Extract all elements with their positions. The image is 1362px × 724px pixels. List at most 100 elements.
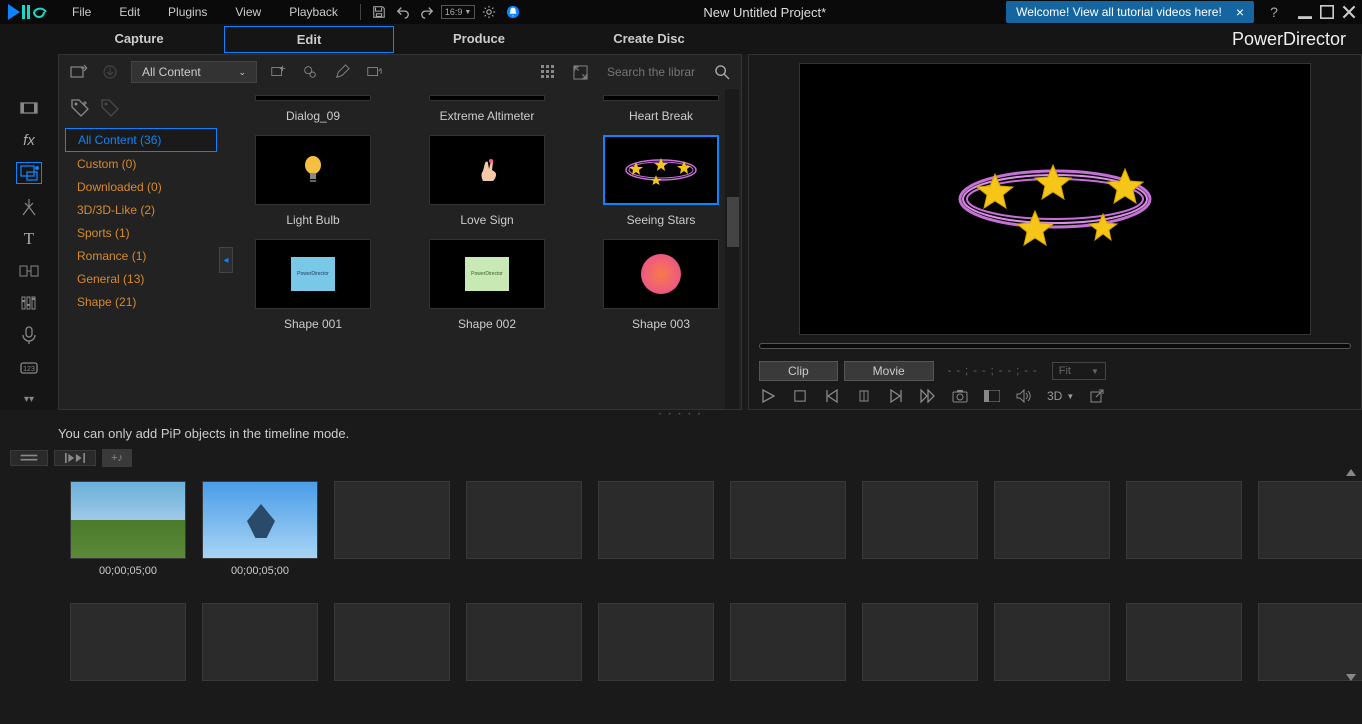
library-item[interactable]: Heart Break <box>591 95 731 123</box>
create-pip-icon[interactable] <box>267 61 289 83</box>
mode-tab-produce[interactable]: Produce <box>394 26 564 53</box>
menu-plugins[interactable]: Plugins <box>154 3 221 21</box>
category-item[interactable]: Romance (1) <box>65 245 217 267</box>
minimize-icon[interactable] <box>1298 5 1312 19</box>
library-thumbnail[interactable] <box>603 95 719 101</box>
aspect-ratio-selector[interactable]: 16:9▼ <box>441 5 475 19</box>
edit-icon[interactable] <box>331 61 353 83</box>
library-thumbnail[interactable] <box>603 239 719 309</box>
empty-slot[interactable] <box>70 603 186 681</box>
mode-tab-create-disc[interactable]: Create Disc <box>564 26 734 53</box>
empty-slot[interactable] <box>466 481 582 559</box>
category-item[interactable]: 3D/3D-Like (2) <box>65 199 217 221</box>
library-item[interactable]: Dialog_09 <box>243 95 383 123</box>
empty-slot[interactable] <box>334 481 450 559</box>
empty-slot[interactable] <box>334 603 450 681</box>
empty-slot[interactable] <box>202 603 318 681</box>
upload-icon[interactable] <box>363 61 385 83</box>
category-item[interactable]: Sports (1) <box>65 222 217 244</box>
preview-seekbar[interactable] <box>759 343 1351 349</box>
clip-thumbnail[interactable] <box>202 481 318 559</box>
movie-mode-tab[interactable]: Movie <box>844 361 934 381</box>
tag-manage-icon[interactable] <box>99 97 121 119</box>
library-item[interactable]: Shape 003 <box>591 239 731 331</box>
maximize-icon[interactable] <box>1320 5 1334 19</box>
menu-playback[interactable]: Playback <box>275 3 352 21</box>
empty-slot[interactable] <box>1126 603 1242 681</box>
import-media-icon[interactable] <box>67 61 89 83</box>
volume-icon[interactable] <box>1015 387 1033 405</box>
horizontal-splitter[interactable]: • • • • • <box>0 410 1362 420</box>
library-thumbnail[interactable] <box>429 95 545 101</box>
title-room-icon[interactable]: T <box>16 229 42 249</box>
library-item[interactable]: Seeing Stars <box>591 135 731 227</box>
close-icon[interactable] <box>1342 5 1356 19</box>
fx-room-icon[interactable]: fx <box>16 130 42 150</box>
mode-tab-edit[interactable]: Edit <box>224 26 394 53</box>
empty-slot[interactable] <box>730 603 846 681</box>
category-item[interactable]: Downloaded (0) <box>65 176 217 198</box>
next-frame-icon[interactable] <box>887 387 905 405</box>
library-thumbnail[interactable]: PowerDirector <box>255 239 371 309</box>
empty-slot[interactable] <box>862 481 978 559</box>
notification-bell-icon[interactable] <box>503 2 523 22</box>
chapter-room-icon[interactable]: 123 <box>16 358 42 378</box>
library-thumbnail[interactable] <box>255 135 371 205</box>
snapshot-icon[interactable] <box>951 387 969 405</box>
modify-pip-icon[interactable] <box>299 61 321 83</box>
zoom-fit-dropdown[interactable]: Fit▼ <box>1052 362 1106 380</box>
library-thumbnail[interactable] <box>255 95 371 101</box>
storyboard-clip[interactable]: 00;00;05;00 <box>70 481 186 579</box>
stop-icon[interactable] <box>791 387 809 405</box>
transition-room-icon[interactable] <box>16 261 42 281</box>
empty-slot[interactable] <box>862 603 978 681</box>
timeline-view-button[interactable] <box>10 450 48 466</box>
mode-tab-capture[interactable]: Capture <box>54 26 224 53</box>
add-music-button[interactable]: +♪ <box>102 449 132 467</box>
search-input[interactable] <box>601 61 701 83</box>
search-icon[interactable] <box>711 61 733 83</box>
audio-mixing-room-icon[interactable] <box>16 293 42 313</box>
library-thumbnail[interactable] <box>603 135 719 205</box>
menu-view[interactable]: View <box>221 3 275 21</box>
empty-slot[interactable] <box>598 481 714 559</box>
content-filter-dropdown[interactable]: All Content⌄ <box>131 61 257 83</box>
menu-file[interactable]: File <box>58 3 105 21</box>
category-item[interactable]: General (13) <box>65 268 217 290</box>
help-icon[interactable]: ? <box>1264 2 1284 22</box>
empty-slot[interactable] <box>1126 481 1242 559</box>
library-item[interactable]: PowerDirectorShape 001 <box>243 239 383 331</box>
clip-mode-tab[interactable]: Clip <box>759 361 838 381</box>
category-item[interactable]: Shape (21) <box>65 291 217 313</box>
category-item[interactable]: All Content (36) <box>65 128 217 152</box>
voiceover-room-icon[interactable] <box>16 325 42 345</box>
storyboard-clip[interactable]: 00;00;05;00 <box>202 481 318 579</box>
library-item[interactable]: Light Bulb <box>243 135 383 227</box>
preview-canvas[interactable] <box>799 63 1311 335</box>
library-item[interactable]: Extreme Altimeter <box>417 95 557 123</box>
library-thumbnail[interactable] <box>429 135 545 205</box>
expand-library-icon[interactable] <box>569 61 591 83</box>
tag-icon[interactable] <box>69 97 91 119</box>
download-content-icon[interactable] <box>99 61 121 83</box>
library-scrollbar-thumb[interactable] <box>727 197 739 247</box>
preview-quality-icon[interactable] <box>983 387 1001 405</box>
empty-slot[interactable] <box>466 603 582 681</box>
play-icon[interactable] <box>759 387 777 405</box>
category-item[interactable]: Custom (0) <box>65 153 217 175</box>
empty-slot[interactable] <box>994 603 1110 681</box>
empty-slot[interactable] <box>730 481 846 559</box>
library-item[interactable]: PowerDirectorShape 002 <box>417 239 557 331</box>
empty-slot[interactable] <box>994 481 1110 559</box>
storyboard-view-button[interactable] <box>54 450 96 466</box>
step-back-icon[interactable] <box>855 387 873 405</box>
undock-preview-icon[interactable] <box>1088 387 1106 405</box>
3d-toggle[interactable]: 3D▼ <box>1047 389 1074 403</box>
expand-rooms-icon[interactable]: ▾▾ <box>16 390 42 410</box>
tutorial-banner-close-icon[interactable]: × <box>1236 4 1244 20</box>
clip-thumbnail[interactable] <box>70 481 186 559</box>
library-item[interactable]: Love Sign <box>417 135 557 227</box>
fast-forward-icon[interactable] <box>919 387 937 405</box>
redo-icon[interactable] <box>417 2 437 22</box>
settings-icon[interactable] <box>479 2 499 22</box>
